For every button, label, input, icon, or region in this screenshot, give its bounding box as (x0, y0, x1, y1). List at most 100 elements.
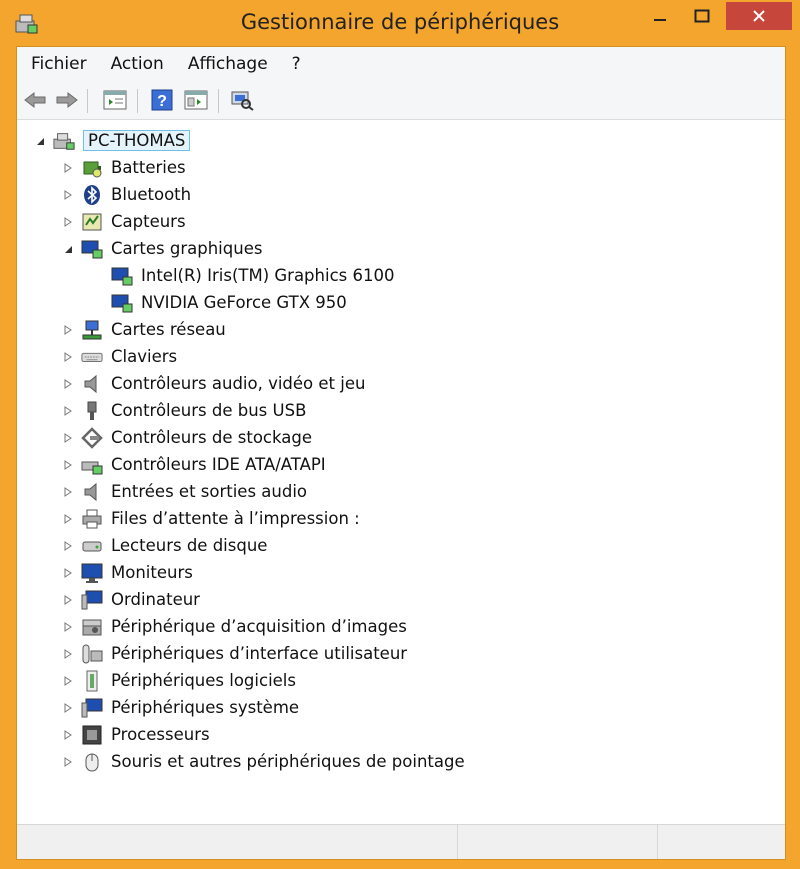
menu-help[interactable]: ? (280, 54, 313, 74)
storage-icon (81, 426, 103, 449)
expand-arrow-icon[interactable] (61, 404, 75, 418)
tree-node-peripheriques-systeme[interactable]: Périphériques système (61, 694, 299, 721)
usb-icon (81, 400, 103, 422)
tree-node-label: Moniteurs (111, 563, 193, 582)
help-button[interactable]: ? (150, 88, 174, 112)
expand-arrow-icon[interactable] (61, 215, 75, 229)
tree-node-label: Processeurs (111, 725, 210, 744)
camera-icon (81, 616, 103, 638)
help-icon: ? (151, 89, 173, 111)
tree-node-label: Lecteurs de disque (111, 536, 268, 555)
expand-arrow-icon[interactable] (61, 701, 75, 715)
tree-node-intel-iris[interactable]: Intel(R) Iris(TM) Graphics 6100 (111, 262, 394, 289)
toolbar-separator (87, 89, 88, 113)
menu-fichier[interactable]: Fichier (17, 54, 99, 74)
tree-node-cartes-graphiques[interactable]: Cartes graphiques (61, 235, 262, 262)
expand-arrow-icon[interactable] (61, 593, 75, 607)
speaker-icon (81, 481, 103, 503)
tree-node-entrees-sorties-audio[interactable]: Entrées et sorties audio (61, 478, 307, 505)
expand-arrow-icon[interactable] (61, 323, 75, 337)
tree-node-peripheriques-logiciels[interactable]: Périphériques logiciels (61, 667, 296, 694)
tree-node-label: Entrées et sorties audio (111, 482, 308, 501)
tree-node-claviers[interactable]: Claviers (61, 343, 177, 370)
close-icon (753, 10, 765, 22)
expand-arrow-icon[interactable] (61, 161, 75, 175)
tree-node-controleurs-stockage[interactable]: Contrôleurs de stockage (61, 424, 312, 451)
tree-node-controleurs-audio[interactable]: Contrôleurs audio, vidéo et jeu (61, 370, 365, 397)
device-tree: PC-THOMAS Batteries Bluetooth Capteurs C… (19, 127, 783, 827)
tree-node-label: Contrôleurs IDE ATA/ATAPI (111, 455, 326, 474)
expand-arrow-icon[interactable] (61, 620, 75, 634)
tree-node-files-impression[interactable]: Files d’attente à l’impression : (61, 505, 360, 532)
tree-node-lecteurs-disque[interactable]: Lecteurs de disque (61, 532, 267, 559)
expand-arrow-icon[interactable] (61, 647, 75, 661)
display-adapter-icon (81, 238, 103, 260)
monitor-icon (81, 562, 103, 584)
cpu-icon (81, 724, 103, 746)
expand-arrow-icon[interactable] (61, 377, 75, 391)
tree-node-capteurs[interactable]: Capteurs (61, 208, 186, 235)
expand-arrow-icon[interactable] (61, 566, 75, 580)
tree-node-cartes-reseau[interactable]: Cartes réseau (61, 316, 226, 343)
view-pane-button[interactable] (184, 88, 208, 112)
expand-arrow-icon[interactable] (61, 512, 75, 526)
tree-node-controleurs-ide[interactable]: Contrôleurs IDE ATA/ATAPI (61, 451, 326, 478)
scan-hardware-icon (231, 91, 254, 111)
tree-node-label: Contrôleurs de stockage (111, 428, 312, 447)
tree-node-root[interactable]: PC-THOMAS (33, 127, 191, 154)
tree-node-interface-utilisateur[interactable]: Périphériques d’interface utilisateur (61, 640, 407, 667)
close-button[interactable] (726, 2, 792, 30)
expand-arrow-icon[interactable] (61, 728, 75, 742)
software-device-icon (81, 670, 103, 692)
maximize-button[interactable] (682, 2, 722, 30)
computer-icon (53, 130, 75, 152)
tree-node-nvidia-gtx950[interactable]: NVIDIA GeForce GTX 950 (111, 289, 347, 316)
toolbar-separator (218, 89, 219, 113)
expand-arrow-icon[interactable] (61, 458, 75, 472)
expand-arrow-icon[interactable] (61, 674, 75, 688)
properties-pane-icon (103, 90, 127, 110)
expand-arrow-icon[interactable] (61, 539, 75, 553)
tree-node-label: NVIDIA GeForce GTX 950 (141, 293, 347, 312)
menu-bar: Fichier Action Affichage ? (17, 47, 785, 81)
system-device-icon (81, 697, 103, 719)
collapse-arrow-icon[interactable] (33, 134, 47, 148)
back-button[interactable] (23, 88, 47, 112)
scan-hardware-button[interactable] (230, 88, 254, 112)
expand-arrow-icon[interactable] (61, 485, 75, 499)
minimize-button[interactable] (640, 2, 680, 30)
maximize-icon (694, 9, 710, 23)
expand-arrow-icon[interactable] (61, 350, 75, 364)
menu-affichage[interactable]: Affichage (176, 54, 280, 74)
tree-node-moniteurs[interactable]: Moniteurs (61, 559, 193, 586)
display-adapter-icon (111, 265, 133, 287)
tree-node-controleurs-usb[interactable]: Contrôleurs de bus USB (61, 397, 306, 424)
tree-node-label: Périphérique d’acquisition d’images (111, 617, 407, 636)
title-bar[interactable]: Gestionnaire de périphériques (0, 0, 800, 46)
collapse-arrow-icon[interactable] (61, 242, 75, 256)
tree-node-ordinateur[interactable]: Ordinateur (61, 586, 200, 613)
hid-icon (81, 643, 103, 665)
forward-button[interactable] (55, 88, 79, 112)
tree-node-bluetooth[interactable]: Bluetooth (61, 181, 191, 208)
menu-action[interactable]: Action (99, 54, 176, 74)
tree-node-label: Files d’attente à l’impression : (111, 509, 360, 528)
expand-arrow-icon[interactable] (61, 188, 75, 202)
mouse-icon (81, 751, 103, 773)
battery-icon (81, 157, 103, 179)
view-pane-icon (184, 90, 208, 110)
tree-node-label: Cartes réseau (111, 320, 226, 339)
tree-node-label: Périphériques logiciels (111, 671, 296, 690)
tree-node-label: Cartes graphiques (111, 239, 263, 258)
tree-node-processeurs[interactable]: Processeurs (61, 721, 210, 748)
expand-arrow-icon[interactable] (61, 431, 75, 445)
tree-node-label: Contrôleurs audio, vidéo et jeu (111, 374, 366, 393)
client-area: Fichier Action Affichage ? ? PC-THOMAS B… (16, 46, 786, 860)
expand-arrow-icon[interactable] (61, 755, 75, 769)
tree-node-acquisition-images[interactable]: Périphérique d’acquisition d’images (61, 613, 407, 640)
status-cell (457, 825, 658, 859)
tree-node-souris[interactable]: Souris et autres périphériques de pointa… (61, 748, 465, 775)
tree-node-batteries[interactable]: Batteries (61, 154, 186, 181)
properties-pane-button[interactable] (103, 88, 127, 112)
tree-node-label: PC-THOMAS (83, 130, 191, 151)
